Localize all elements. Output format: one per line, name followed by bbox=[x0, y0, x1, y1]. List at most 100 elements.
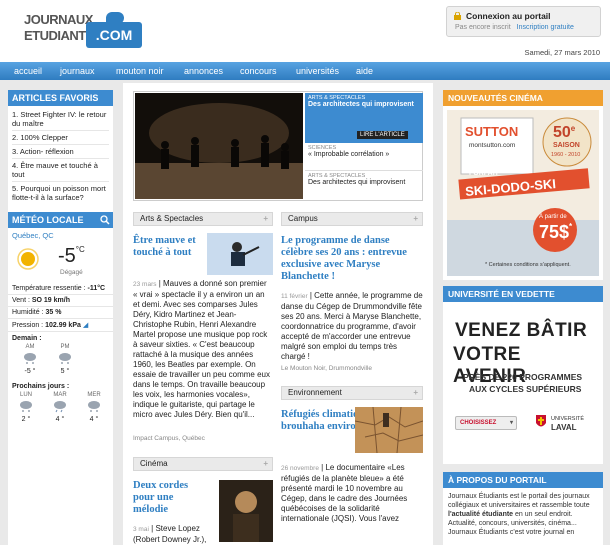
feature-item[interactable]: SCIENCES « Improbable corrélation » bbox=[305, 143, 423, 171]
feature-title: Des architectes qui improvisent bbox=[308, 101, 414, 108]
favorite-item[interactable]: 2. 100% Clepper bbox=[12, 131, 109, 145]
expand-icon[interactable]: + bbox=[263, 458, 268, 470]
section-header-campus[interactable]: Campus + bbox=[281, 212, 423, 226]
feature-title: Des architectes qui improvisent bbox=[308, 179, 406, 186]
nav-annonces[interactable]: annonces bbox=[184, 62, 223, 80]
favorite-item[interactable]: 3. Action- réflexion bbox=[12, 145, 109, 159]
expand-icon[interactable]: + bbox=[263, 213, 268, 225]
university-box-title: UNIVERSITÉ EN VEDETTE bbox=[443, 286, 603, 302]
ad-line-1: VENEZ BÂTIR bbox=[455, 320, 588, 341]
article-title[interactable]: Être mauve et touché à tout bbox=[133, 235, 203, 259]
article-thumbnail[interactable] bbox=[219, 480, 273, 542]
about-text: Journaux Étudiants est le portail des jo… bbox=[443, 488, 603, 541]
nav-mouton-noir[interactable]: mouton noir bbox=[116, 62, 164, 80]
article-body: 3 mai | Steve Lopez (Robert Downey Jr.), bbox=[133, 524, 207, 544]
stage-performers-image bbox=[135, 93, 303, 199]
feature-item[interactable]: ARTS & SPECTACLES Des architectes qui im… bbox=[305, 171, 423, 199]
forecast-temp: 4 ° bbox=[55, 416, 65, 423]
chevron-down-icon: ▾ bbox=[509, 420, 513, 426]
sutton-ad[interactable]: SUTTON montsutton.com 50e SAISON 1960 - … bbox=[447, 110, 599, 276]
weather-current: -5°C Dégagé bbox=[8, 243, 113, 283]
article-source[interactable]: Impact Campus, Québec bbox=[133, 435, 205, 442]
expand-icon[interactable]: + bbox=[413, 387, 418, 399]
uni-label-bottom: LAVAL bbox=[551, 423, 577, 432]
article-thumbnail[interactable] bbox=[207, 233, 273, 275]
feature-slider: ARTS & SPECTACLES Des architectes qui im… bbox=[133, 91, 423, 201]
main-nav: accueil journaux mouton noir annonces co… bbox=[0, 62, 610, 80]
nav-universites[interactable]: universités bbox=[296, 62, 339, 80]
favorites-list: 1. Street Fighter IV: le retour du maîtr… bbox=[8, 106, 113, 206]
right-column: NOUVEAUTÉS CINÉMA SUTTON montsutton.com … bbox=[443, 90, 603, 545]
nav-journaux[interactable]: journaux bbox=[60, 62, 95, 80]
felt-temperature: Température ressentie : -11°C bbox=[8, 283, 113, 295]
forecast-day: MER 4 ° bbox=[82, 392, 106, 423]
feature-list: ARTS & SPECTACLES Des architectes qui im… bbox=[305, 93, 423, 199]
nav-accueil[interactable]: accueil bbox=[14, 62, 42, 80]
article-source[interactable]: Le Mouton Noir, Drummondville bbox=[281, 365, 372, 372]
tomorrow-label: Demain : bbox=[12, 335, 42, 342]
cinema-box: NOUVEAUTÉS CINÉMA SUTTON montsutton.com … bbox=[443, 90, 603, 280]
cloud-rain-icon bbox=[54, 401, 66, 413]
forecast-day-label: MER bbox=[87, 392, 101, 398]
forecast-day-label: LUN bbox=[19, 392, 32, 398]
ad-season-number: 50 bbox=[553, 124, 571, 141]
article-thumbnail[interactable] bbox=[355, 407, 423, 453]
favorite-item[interactable]: 5. Pourquoi un poisson mort flotte-t-il … bbox=[12, 182, 109, 204]
article-date: 11 février bbox=[281, 293, 308, 300]
about-box-title: À PROPOS DU PORTAIL bbox=[443, 472, 603, 488]
logo-com: .COM bbox=[86, 22, 142, 48]
section-header-environnement[interactable]: Environnement + bbox=[281, 386, 423, 400]
site-logo[interactable]: JOURNAUX ETUDIANTS .COM bbox=[22, 6, 142, 52]
felt-value: -11°C bbox=[87, 285, 106, 292]
cloud-snow-icon bbox=[88, 401, 100, 412]
nav-concours[interactable]: concours bbox=[240, 62, 277, 80]
article-body: 23 mars | Mauves a donné son premier « v… bbox=[133, 279, 270, 419]
favorite-item[interactable]: 1. Street Fighter IV: le retour du maîtr… bbox=[12, 108, 109, 131]
ad-conditions: * Certaines conditions s'appliquent. bbox=[485, 262, 571, 268]
forecast-temp: 4 ° bbox=[89, 416, 99, 423]
forecast-day-label: AM bbox=[25, 344, 35, 350]
current-date: Samedi, 27 mars 2010 bbox=[524, 48, 600, 57]
search-icon[interactable] bbox=[100, 215, 110, 225]
pressure: Pression : 102.99 kPa ◢ bbox=[8, 319, 113, 332]
article-title[interactable]: Deux cordes pour une mélodie bbox=[133, 480, 209, 516]
pressure-trend-icon: ◢ bbox=[82, 322, 89, 329]
main-content: ARTS & SPECTACLES Des architectes qui im… bbox=[123, 83, 433, 545]
read-article-button[interactable]: LIRE L'ARTICLE bbox=[357, 131, 408, 139]
signup-link[interactable]: Inscription gratuite bbox=[517, 24, 574, 31]
weather-title: MÉTÉO LOCALE bbox=[8, 212, 113, 228]
sun-icon bbox=[17, 248, 39, 270]
section-header-cinema[interactable]: Cinéma + bbox=[133, 457, 273, 471]
choose-dropdown-label: CHOISISSEZ bbox=[460, 420, 497, 426]
weather-city[interactable]: Québec, QC bbox=[8, 228, 113, 243]
ad-season-ordinal: e bbox=[570, 124, 576, 133]
about-text-bold: l'actualité étudiante bbox=[448, 511, 514, 518]
choose-dropdown[interactable]: CHOISISSEZ ▾ bbox=[455, 416, 517, 430]
nav-aide[interactable]: aide bbox=[356, 62, 373, 80]
humidity-value: 35 % bbox=[45, 309, 62, 316]
article-title[interactable]: Le programme de danse célèbre ses 20 ans… bbox=[281, 235, 423, 283]
forecast-day: LUN 2 ° bbox=[14, 392, 38, 423]
favorite-item[interactable]: 4. Être mauve et touché à tout bbox=[12, 159, 109, 182]
login-sub: Pas encore inscrit Inscription gratuite bbox=[455, 24, 574, 31]
section-header-arts[interactable]: Arts & Spectacles + bbox=[133, 212, 273, 226]
section-title: Arts & Spectacles bbox=[140, 214, 204, 223]
forecast-day-label: PM bbox=[60, 344, 70, 350]
tomorrow-forecast: AM -5 ° PM 5 ° bbox=[8, 342, 113, 380]
expand-icon[interactable]: + bbox=[413, 213, 418, 225]
feature-photo[interactable] bbox=[135, 93, 303, 199]
section-title: Environnement bbox=[288, 388, 342, 397]
laval-crest-icon bbox=[536, 415, 546, 427]
article-text: Cette année, le programme de danse du Cé… bbox=[281, 291, 423, 361]
article-body: 11 février | Cette année, le programme d… bbox=[281, 291, 423, 361]
forecast-temp: 2 ° bbox=[21, 416, 31, 423]
article-date: 26 novembre bbox=[281, 465, 319, 472]
login-link[interactable]: Connexion au portail bbox=[466, 11, 551, 21]
ad-price: 75$* bbox=[539, 222, 572, 243]
humidity-label: Humidité : bbox=[12, 309, 44, 316]
weather-title-text: MÉTÉO LOCALE bbox=[12, 215, 84, 225]
laval-ad[interactable]: VENEZ BÂTIR VOTRE AVENIR PRÈS DE 220 PRO… bbox=[447, 304, 599, 460]
ad-years: 1960 - 2010 bbox=[551, 152, 581, 158]
actor-image bbox=[219, 480, 273, 542]
feature-item-active[interactable]: ARTS & SPECTACLES Des architectes qui im… bbox=[305, 93, 423, 143]
